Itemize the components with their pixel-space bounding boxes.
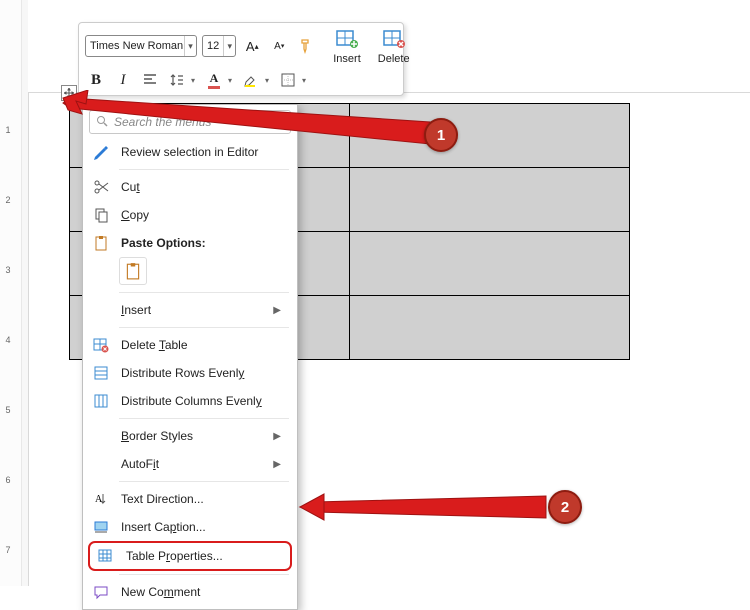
menu-insert[interactable]: Insert ▶ [85,296,295,324]
editor-icon [91,142,111,162]
menu-text-direction[interactable]: A Text Direction... [85,485,295,513]
annotation-badge-2: 2 [548,490,582,524]
separator [119,327,289,328]
separator [119,169,289,170]
menu-insert-caption[interactable]: Insert Caption... [85,513,295,541]
insert-table-button[interactable]: Insert [327,27,367,65]
font-name-value: Times New Roman [86,40,184,52]
chevron-down-icon[interactable]: ▾ [184,36,196,56]
ruler-tick-6: 6 [3,475,13,485]
bold-button[interactable]: B [85,69,107,91]
menu-review-in-editor[interactable]: Review selection in Editor [85,138,295,166]
ruler-tick-5: 5 [3,405,13,415]
font-size-value: 12 [203,40,223,52]
paste-keep-source-button[interactable] [119,257,147,285]
svg-text:A: A [95,494,103,505]
caption-icon [91,517,111,537]
delete-table-button[interactable]: Delete [372,27,416,65]
separator [119,574,289,575]
highlight-color-button[interactable]: ▾ [240,69,272,91]
table-cell[interactable] [350,168,630,232]
paste-icon [91,233,111,253]
table-cell[interactable] [350,232,630,296]
table-cell[interactable] [350,104,630,168]
ruler-tick-1: 1 [3,125,13,135]
menu-search-input[interactable]: Search the menus [89,110,291,134]
distribute-cols-icon [91,391,111,411]
delete-label: Delete [378,53,410,65]
borders-button[interactable]: ▾ [277,69,309,91]
table-move-handle[interactable] [61,85,77,101]
insert-label: Insert [333,53,361,65]
format-painter-button[interactable] [295,35,317,57]
copy-icon [91,205,111,225]
font-name-combo[interactable]: Times New Roman ▾ [85,35,197,57]
font-size-combo[interactable]: 12 ▾ [202,35,236,57]
annotation-badge-1-label: 1 [437,127,445,144]
menu-copy[interactable]: Copy [85,201,295,229]
comment-icon [91,582,111,602]
menu-new-comment[interactable]: New Comment [85,578,295,606]
separator [119,418,289,419]
menu-cut[interactable]: Cut [85,173,295,201]
line-spacing-button[interactable]: ▾ [166,69,198,91]
chevron-right-icon: ▶ [273,459,281,470]
mini-toolbar: Times New Roman ▾ 12 ▾ A▴ A▾ Insert Dele… [78,22,404,96]
italic-button[interactable]: I [112,69,134,91]
menu-search-placeholder: Search the menus [114,115,211,129]
table-properties-icon [96,546,116,566]
ruler-tick-2: 2 [3,195,13,205]
annotation-badge-2-label: 2 [561,499,569,516]
chevron-down-icon[interactable]: ▾ [223,36,235,56]
ruler-tick-7: 7 [3,545,13,555]
annotation-badge-1: 1 [424,118,458,152]
search-icon [96,115,108,130]
separator [119,481,289,482]
ruler-tick-3: 3 [3,265,13,275]
separator [119,292,289,293]
menu-table-properties[interactable]: Table Properties... [88,541,292,571]
menu-delete-table[interactable]: Delete Table [85,331,295,359]
distribute-rows-icon [91,363,111,383]
scissors-icon [91,177,111,197]
menu-border-styles[interactable]: Border Styles ▶ [85,422,295,450]
menu-paste-options: Paste Options: [85,229,295,257]
menu-distribute-rows[interactable]: Distribute Rows Evenly [85,359,295,387]
text-direction-icon: A [91,489,111,509]
paste-options-row [85,257,295,289]
align-menu-button[interactable] [139,69,161,91]
context-menu: Search the menus Review selection in Edi… [82,104,298,610]
font-color-button[interactable]: A ▾ [203,69,235,91]
chevron-right-icon: ▶ [273,305,281,316]
delete-table-icon [91,335,111,355]
grow-font-button[interactable]: A▴ [241,35,263,57]
ruler-tick-4: 4 [3,335,13,345]
chevron-right-icon: ▶ [273,431,281,442]
table-cell[interactable] [350,296,630,360]
shrink-font-button[interactable]: A▾ [268,35,290,57]
menu-distribute-cols[interactable]: Distribute Columns Evenly [85,387,295,415]
menu-autofit[interactable]: AutoFit ▶ [85,450,295,478]
vertical-ruler: 1 2 3 4 5 6 7 [0,0,22,586]
